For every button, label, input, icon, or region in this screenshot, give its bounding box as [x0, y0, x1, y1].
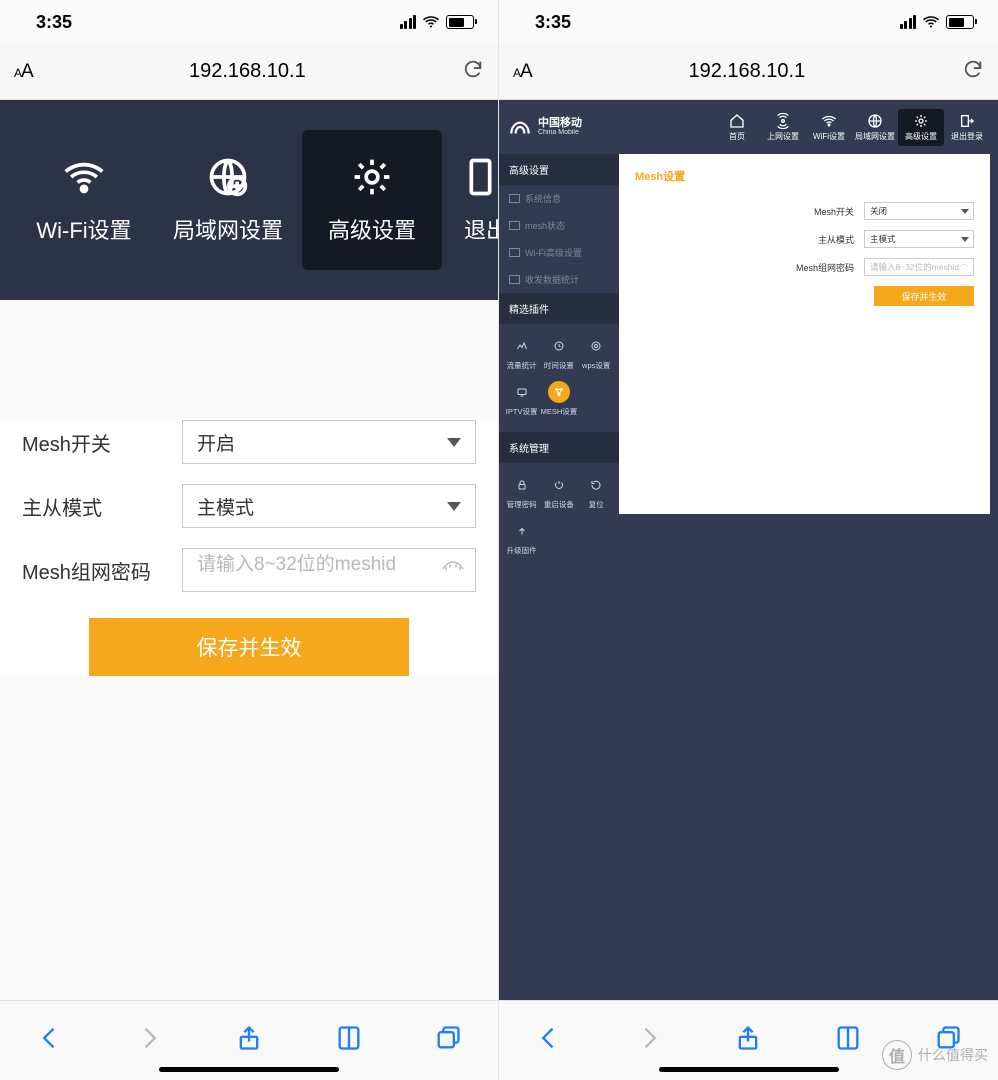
chevron-down-icon — [447, 438, 461, 447]
text-size-button[interactable]: AA — [513, 61, 532, 83]
bookmarks-button[interactable] — [335, 1024, 363, 1057]
mesh-form: Mesh开关 开启 主从模式 主模式 Mesh组网密码 请输入8~32位的mes… — [0, 420, 498, 676]
save-button-r[interactable]: 保存并生效 — [874, 286, 974, 306]
plugin-traffic[interactable]: 流量统计 — [503, 330, 540, 376]
tnav-wan[interactable]: 上网设置 — [760, 109, 806, 146]
sidebar-header-system: 系统管理 — [499, 432, 619, 463]
tnav-advanced[interactable]: 高级设置 — [898, 109, 944, 146]
plugin-wps[interactable]: wps设置 — [578, 330, 615, 376]
tabs-button[interactable] — [434, 1024, 462, 1057]
sidebar-item-traffic[interactable]: 收发数据统计 — [499, 266, 619, 293]
status-bar: 3:35 — [0, 0, 498, 44]
nav-lan[interactable]: 局域网设置 — [158, 130, 298, 270]
status-bar: 3:35 — [499, 0, 998, 44]
url-display[interactable]: 192.168.10.1 — [542, 60, 952, 83]
forward-button[interactable] — [135, 1024, 163, 1057]
content-panel: Mesh设置 Mesh开关 关闭 主从模式 主模式 Mesh组网密码 请输入8~… — [619, 154, 990, 514]
mesh-pwd-input-r[interactable]: 请输入8~32位的meshid — [864, 258, 974, 276]
admin-top-nav: 中国移动China Mobile 首页 上网设置 WiFi设置 局域网设置 高级… — [499, 100, 998, 154]
page-background — [499, 571, 998, 1000]
text-size-button[interactable]: AA — [14, 61, 33, 83]
refresh-button[interactable] — [962, 58, 984, 85]
home-indicator — [659, 1067, 839, 1072]
nav-advanced[interactable]: 高级设置 — [302, 130, 442, 270]
cellular-icon — [400, 15, 417, 29]
sidebar-header-advanced: 高级设置 — [499, 154, 619, 185]
browser-address-bar[interactable]: AA 192.168.10.1 — [0, 44, 498, 100]
tnav-logout[interactable]: 退出登录 — [944, 109, 990, 146]
brand-logo: 中国移动China Mobile — [507, 114, 582, 140]
sidebar-item-meshstat[interactable]: mesh状态 — [499, 212, 619, 239]
top-nav: Wi-Fi设置 局域网设置 高级设置 退出 — [0, 100, 498, 300]
url-display[interactable]: 192.168.10.1 — [43, 60, 452, 83]
content-title: Mesh设置 — [635, 168, 974, 184]
mesh-mode-label-r: 主从模式 — [784, 233, 854, 246]
nav-wifi[interactable]: Wi-Fi设置 — [14, 130, 154, 270]
plugin-time[interactable]: 时间设置 — [540, 330, 577, 376]
eye-icon[interactable] — [959, 262, 969, 272]
tnav-lan[interactable]: 局域网设置 — [852, 109, 898, 146]
mesh-switch-select[interactable]: 开启 — [182, 420, 476, 464]
cellular-icon — [900, 15, 917, 29]
tnav-wifi[interactable]: WiFi设置 — [806, 109, 852, 146]
share-button[interactable] — [734, 1024, 762, 1057]
plugin-mesh[interactable]: MESH设置 — [540, 376, 577, 422]
watermark: 值什么值得买 — [882, 1040, 988, 1070]
browser-address-bar[interactable]: AA 192.168.10.1 — [499, 44, 998, 100]
mesh-switch-label: Mesh开关 — [22, 428, 182, 457]
mesh-pwd-label-r: Mesh组网密码 — [784, 261, 854, 274]
tnav-home[interactable]: 首页 — [714, 109, 760, 146]
plugin-iptv[interactable]: IPTV设置 — [503, 376, 540, 422]
mesh-mode-select[interactable]: 主模式 — [182, 484, 476, 528]
mesh-switch-label-r: Mesh开关 — [784, 205, 854, 218]
sidebar-header-plugins: 精选插件 — [499, 293, 619, 324]
home-indicator — [159, 1067, 339, 1072]
bookmarks-button[interactable] — [834, 1024, 862, 1057]
back-button[interactable] — [36, 1024, 64, 1057]
battery-icon — [446, 15, 474, 29]
sidebar: 高级设置 系统信息 mesh状态 Wi-Fi高级设置 收发数据统计 精选插件 流… — [499, 154, 619, 571]
chevron-down-icon — [961, 237, 969, 242]
clock: 3:35 — [36, 12, 72, 33]
sys-password[interactable]: 管理密码 — [503, 469, 540, 515]
battery-icon — [946, 15, 974, 29]
mesh-password-label: Mesh组网密码 — [22, 556, 182, 585]
mesh-mode-label: 主从模式 — [22, 492, 182, 521]
clock: 3:35 — [535, 12, 571, 33]
save-button[interactable]: 保存并生效 — [89, 618, 409, 676]
chevron-down-icon — [447, 502, 461, 511]
mesh-mode-select-r[interactable]: 主模式 — [864, 230, 974, 248]
sys-reset[interactable]: 复位 — [578, 469, 615, 515]
sidebar-item-sysinfo[interactable]: 系统信息 — [499, 185, 619, 212]
wifi-icon — [422, 13, 440, 31]
admin-body: 高级设置 系统信息 mesh状态 Wi-Fi高级设置 收发数据统计 精选插件 流… — [499, 154, 998, 571]
eye-icon[interactable] — [441, 559, 465, 585]
sidebar-item-wifiadv[interactable]: Wi-Fi高级设置 — [499, 239, 619, 266]
sys-upgrade[interactable]: 升级固件 — [503, 515, 540, 561]
mesh-switch-select-r[interactable]: 关闭 — [864, 202, 974, 220]
nav-logout[interactable]: 退出 — [446, 130, 498, 270]
sys-reboot[interactable]: 重启设备 — [540, 469, 577, 515]
chevron-down-icon — [961, 209, 969, 214]
back-button[interactable] — [535, 1024, 563, 1057]
share-button[interactable] — [235, 1024, 263, 1057]
mesh-password-input[interactable]: 请输入8~32位的meshid — [182, 548, 476, 592]
forward-button[interactable] — [635, 1024, 663, 1057]
wifi-icon — [922, 13, 940, 31]
refresh-button[interactable] — [462, 58, 484, 85]
